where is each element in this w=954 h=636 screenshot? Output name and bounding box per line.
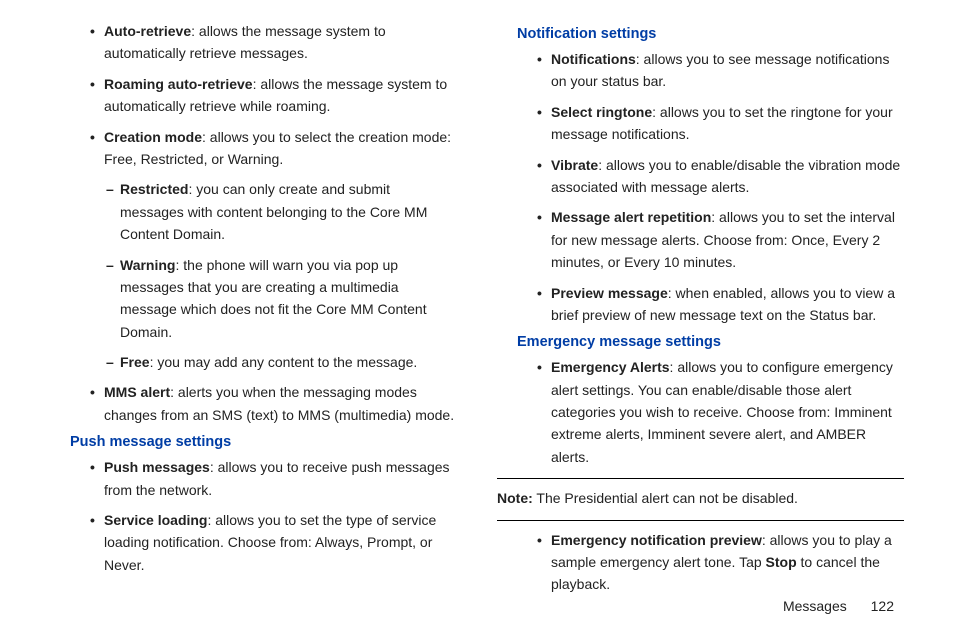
term: MMS alert: [104, 384, 170, 400]
footer-section: Messages: [783, 598, 847, 614]
term: Restricted: [120, 181, 188, 197]
term: Warning: [120, 257, 175, 273]
term: Preview message: [551, 285, 668, 301]
list-item: Preview message: when enabled, allows yo…: [537, 282, 904, 327]
column-left: Auto-retrieve: allows the message system…: [50, 20, 457, 604]
footer-page-number: 122: [871, 598, 894, 614]
desc: : allows you to enable/disable the vibra…: [551, 157, 900, 195]
term: Auto-retrieve: [104, 23, 191, 39]
list-item: Roaming auto-retrieve: allows the messag…: [90, 73, 457, 118]
bullet-list-top: Auto-retrieve: allows the message system…: [50, 20, 457, 170]
note-label: Note:: [497, 490, 533, 506]
list-item: Push messages: allows you to receive pus…: [90, 456, 457, 501]
bullet-list-emergency: Emergency Alerts: allows you to configur…: [497, 356, 904, 468]
bullet-list-notifications: Notifications: allows you to see message…: [497, 48, 904, 326]
bullet-list-push: Push messages: allows you to receive pus…: [50, 456, 457, 576]
list-item: Warning: the phone will warn you via pop…: [106, 254, 457, 344]
list-item: Emergency notification preview: allows y…: [537, 529, 904, 596]
desc: : you may add any content to the message…: [150, 354, 418, 370]
heading-notification-settings: Notification settings: [517, 26, 904, 42]
list-item: MMS alert: alerts you when the messaging…: [90, 381, 457, 426]
list-item: Message alert repetition: allows you to …: [537, 206, 904, 273]
page-columns: Auto-retrieve: allows the message system…: [50, 20, 904, 604]
dash-sublist: Restricted: you can only create and subm…: [50, 178, 457, 373]
list-item: Vibrate: allows you to enable/disable th…: [537, 154, 904, 199]
list-item: Creation mode: allows you to select the …: [90, 126, 457, 171]
term: Emergency Alerts: [551, 359, 670, 375]
list-item: Service loading: allows you to set the t…: [90, 509, 457, 576]
list-item: Free: you may add any content to the mes…: [106, 351, 457, 373]
term: Message alert repetition: [551, 209, 711, 225]
term: Service loading: [104, 512, 207, 528]
heading-emergency-settings: Emergency message settings: [517, 334, 904, 350]
bullet-list-emergency-2: Emergency notification preview: allows y…: [497, 529, 904, 596]
column-right: Notification settings Notifications: all…: [497, 20, 904, 604]
heading-push-message-settings: Push message settings: [70, 434, 457, 450]
term: Emergency notification preview: [551, 532, 762, 548]
stop-word: Stop: [766, 554, 797, 570]
term: Creation mode: [104, 129, 202, 145]
term: Free: [120, 354, 150, 370]
note-body: The Presidential alert can not be disabl…: [533, 490, 798, 506]
list-item: Restricted: you can only create and subm…: [106, 178, 457, 245]
list-item: Auto-retrieve: allows the message system…: [90, 20, 457, 65]
bullet-list-mms: MMS alert: alerts you when the messaging…: [50, 381, 457, 426]
note-divider-bottom: [497, 520, 904, 521]
term: Roaming auto-retrieve: [104, 76, 253, 92]
term: Notifications: [551, 51, 636, 67]
page-footer: Messages 122: [783, 598, 894, 614]
list-item: Emergency Alerts: allows you to configur…: [537, 356, 904, 468]
list-item: Notifications: allows you to see message…: [537, 48, 904, 93]
note-divider-top: [497, 478, 904, 479]
term: Push messages: [104, 459, 210, 475]
term: Select ringtone: [551, 104, 652, 120]
list-item: Select ringtone: allows you to set the r…: [537, 101, 904, 146]
term: Vibrate: [551, 157, 598, 173]
note-text: Note: The Presidential alert can not be …: [497, 487, 904, 509]
